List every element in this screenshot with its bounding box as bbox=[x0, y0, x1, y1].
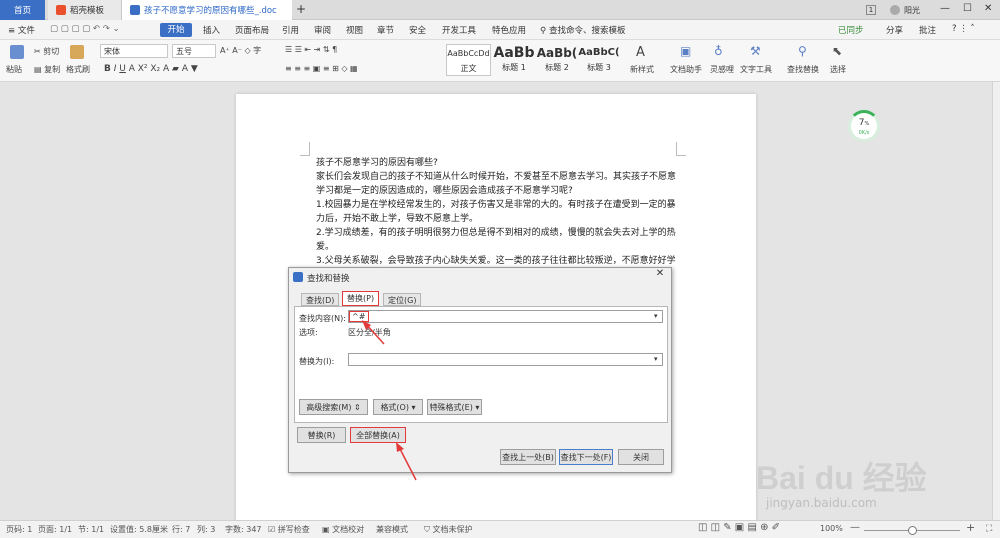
status-col: 列: 3 bbox=[197, 525, 216, 534]
zoom-in-button[interactable]: + bbox=[966, 521, 975, 534]
baidu-watermark: Bai du 经验 jingyan.baidu.com bbox=[756, 460, 996, 520]
status-pages: 页面: 1/1 bbox=[38, 525, 73, 534]
view-mode-icons[interactable]: ◫ ◫ ✎ ▣ ▤ ⊕ ✐ bbox=[698, 522, 780, 533]
arrow-head bbox=[396, 442, 404, 452]
proof-label: 文档校对 bbox=[332, 525, 365, 534]
proofread-button[interactable]: ▣ 文档校对 bbox=[322, 524, 364, 535]
annotation-arrows bbox=[362, 320, 417, 481]
zoom-level[interactable]: 100% bbox=[820, 524, 843, 533]
spell-label: 拼写检查 bbox=[277, 525, 310, 534]
status-row: 行: 7 bbox=[172, 525, 191, 534]
status-page-no: 页码: 1 bbox=[6, 525, 33, 534]
status-words: 字数: 347 bbox=[225, 525, 262, 534]
compat-mode: 兼容模式 bbox=[376, 525, 408, 534]
watermark-brand: Bai du 经验 bbox=[756, 460, 927, 496]
zoom-slider-handle[interactable] bbox=[908, 526, 917, 535]
watermark-url: jingyan.baidu.com bbox=[766, 496, 877, 510]
status-bar: 页码: 1 页面: 1/1 节: 1/1 设置值: 5.8厘米 行: 7 列: … bbox=[0, 520, 1000, 538]
status-section: 节: 1/1 bbox=[78, 525, 105, 534]
zoom-out-button[interactable]: — bbox=[850, 522, 860, 533]
protection-label: 文档未保护 bbox=[432, 525, 473, 534]
arrow-line bbox=[398, 446, 417, 481]
status-setting: 设置值: 5.8厘米 bbox=[110, 525, 168, 534]
protection-status[interactable]: ⛉ 文档未保护 bbox=[424, 524, 473, 535]
fullscreen-icon[interactable]: ⛶ bbox=[986, 524, 992, 534]
spell-check-button[interactable]: ☑ 拼写检查 bbox=[268, 524, 310, 535]
